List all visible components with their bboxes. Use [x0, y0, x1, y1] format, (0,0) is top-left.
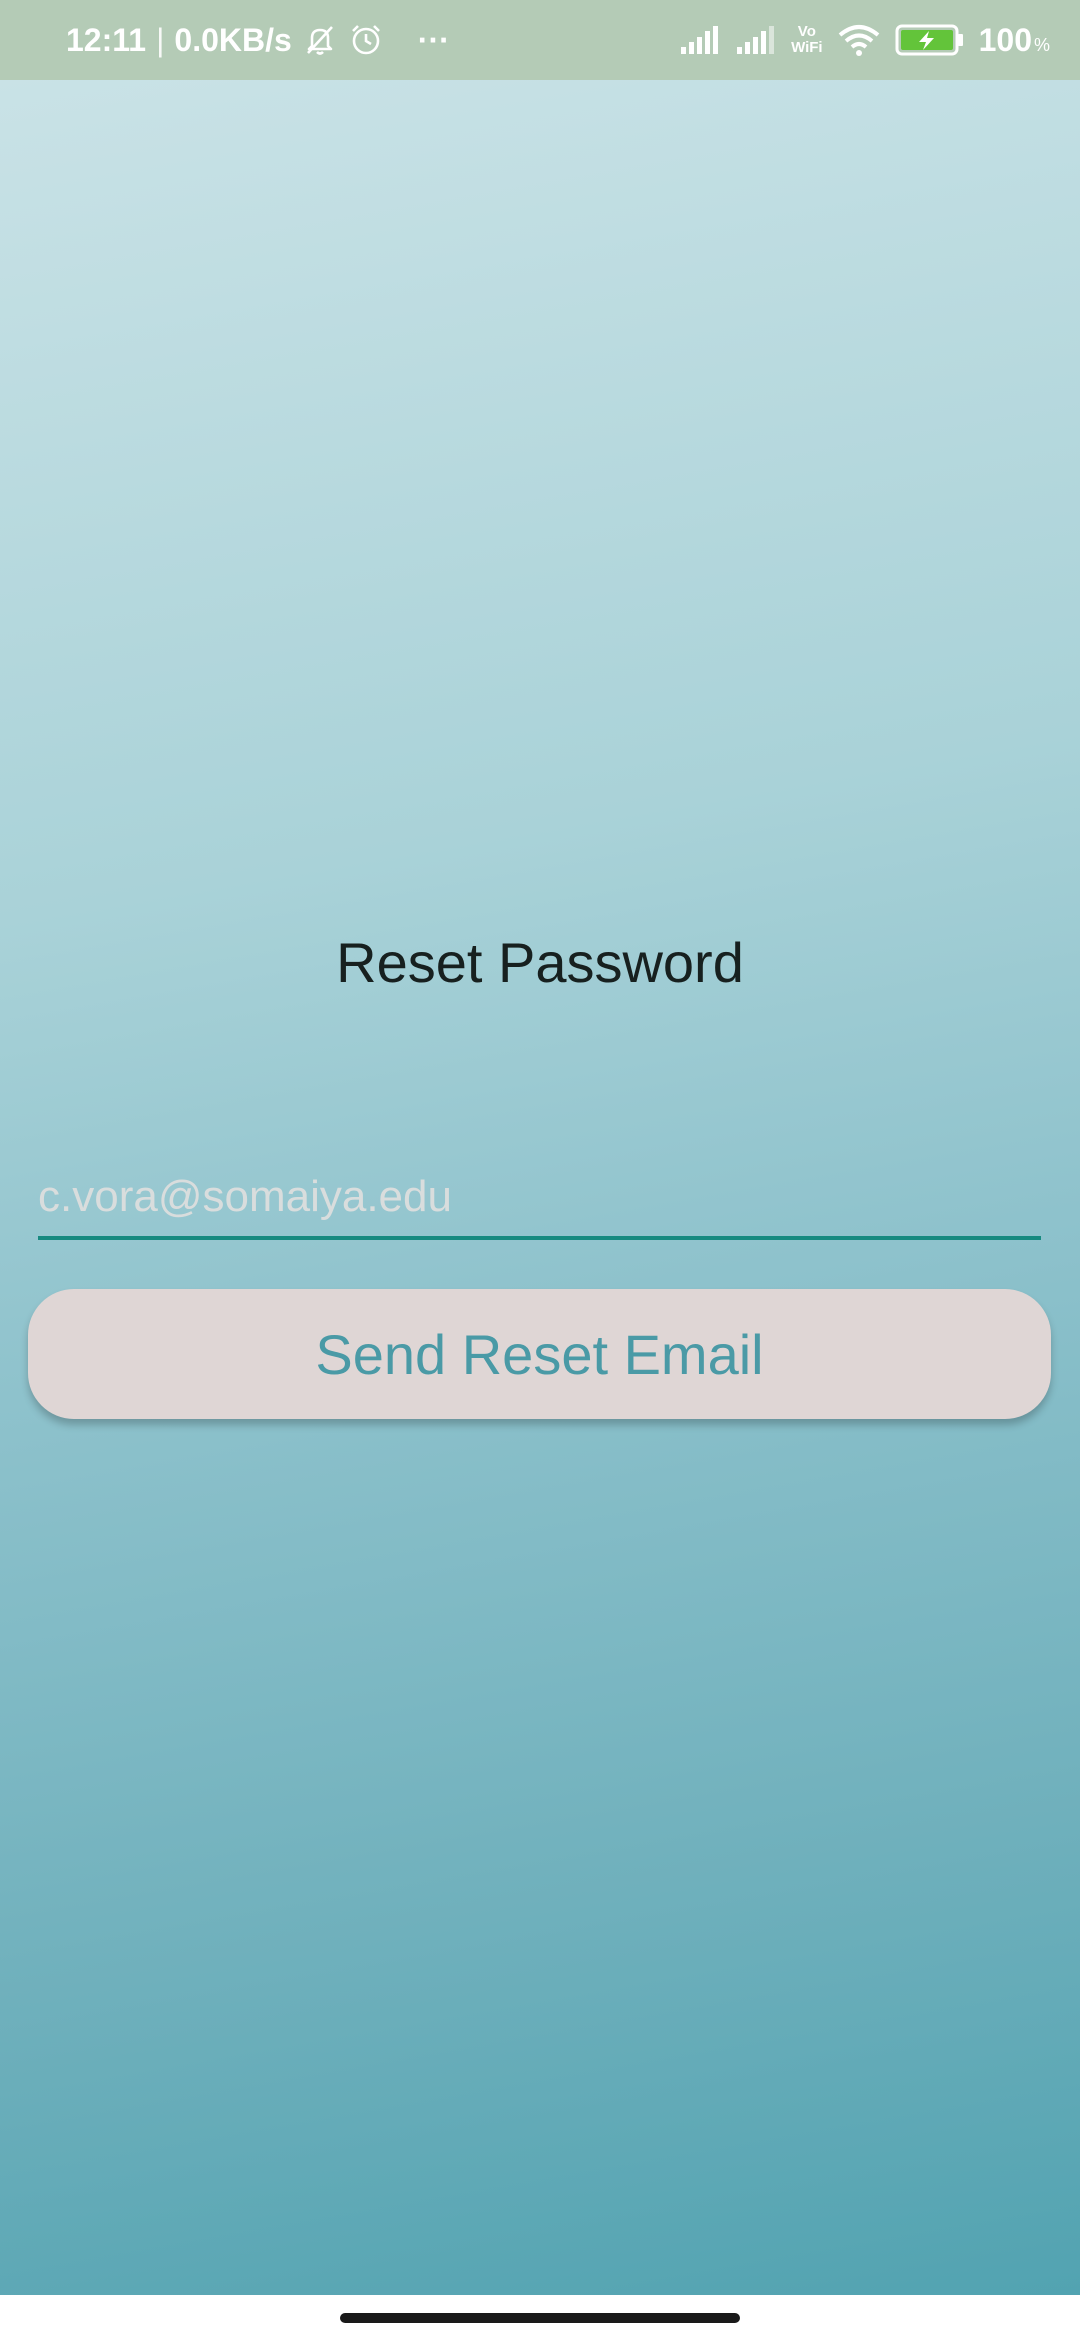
home-indicator[interactable]	[340, 2313, 740, 2323]
send-reset-email-button[interactable]: Send Reset Email	[28, 1289, 1051, 1419]
signal-icon	[679, 25, 721, 55]
status-bar-right: Vo WiFi 100%	[679, 0, 1050, 80]
battery-charging-icon	[895, 23, 965, 57]
reset-password-screen: Reset Password Send Reset Email	[0, 80, 1080, 2295]
navigation-bar	[0, 2295, 1080, 2340]
alarm-icon	[348, 22, 384, 58]
status-separator: |	[156, 21, 165, 58]
page-title: Reset Password	[336, 931, 744, 994]
network-speed: 0.0KB/s	[174, 21, 292, 58]
more-notifications-icon: ···	[417, 21, 450, 58]
status-bar: 12:11 | 0.0KB/s ··· Vo WiFi 100 %	[0, 0, 1080, 80]
battery-level-value: 100	[978, 21, 1032, 58]
vo-label: Vo	[797, 23, 816, 40]
mute-bell-icon	[302, 22, 338, 58]
email-field[interactable]	[38, 1140, 1041, 1240]
wifi-label: WiFi	[791, 39, 823, 56]
battery-unit: %	[1033, 34, 1050, 55]
vowifi-icon: Vo WiFi	[791, 24, 823, 56]
email-input[interactable]	[38, 1172, 1041, 1236]
battery-level: 100%	[979, 22, 1050, 59]
status-bar-left: 12:11 | 0.0KB/s ···	[66, 0, 450, 80]
clock: 12:11	[66, 21, 147, 58]
signal-icon	[735, 25, 777, 55]
wifi-icon	[837, 23, 881, 57]
